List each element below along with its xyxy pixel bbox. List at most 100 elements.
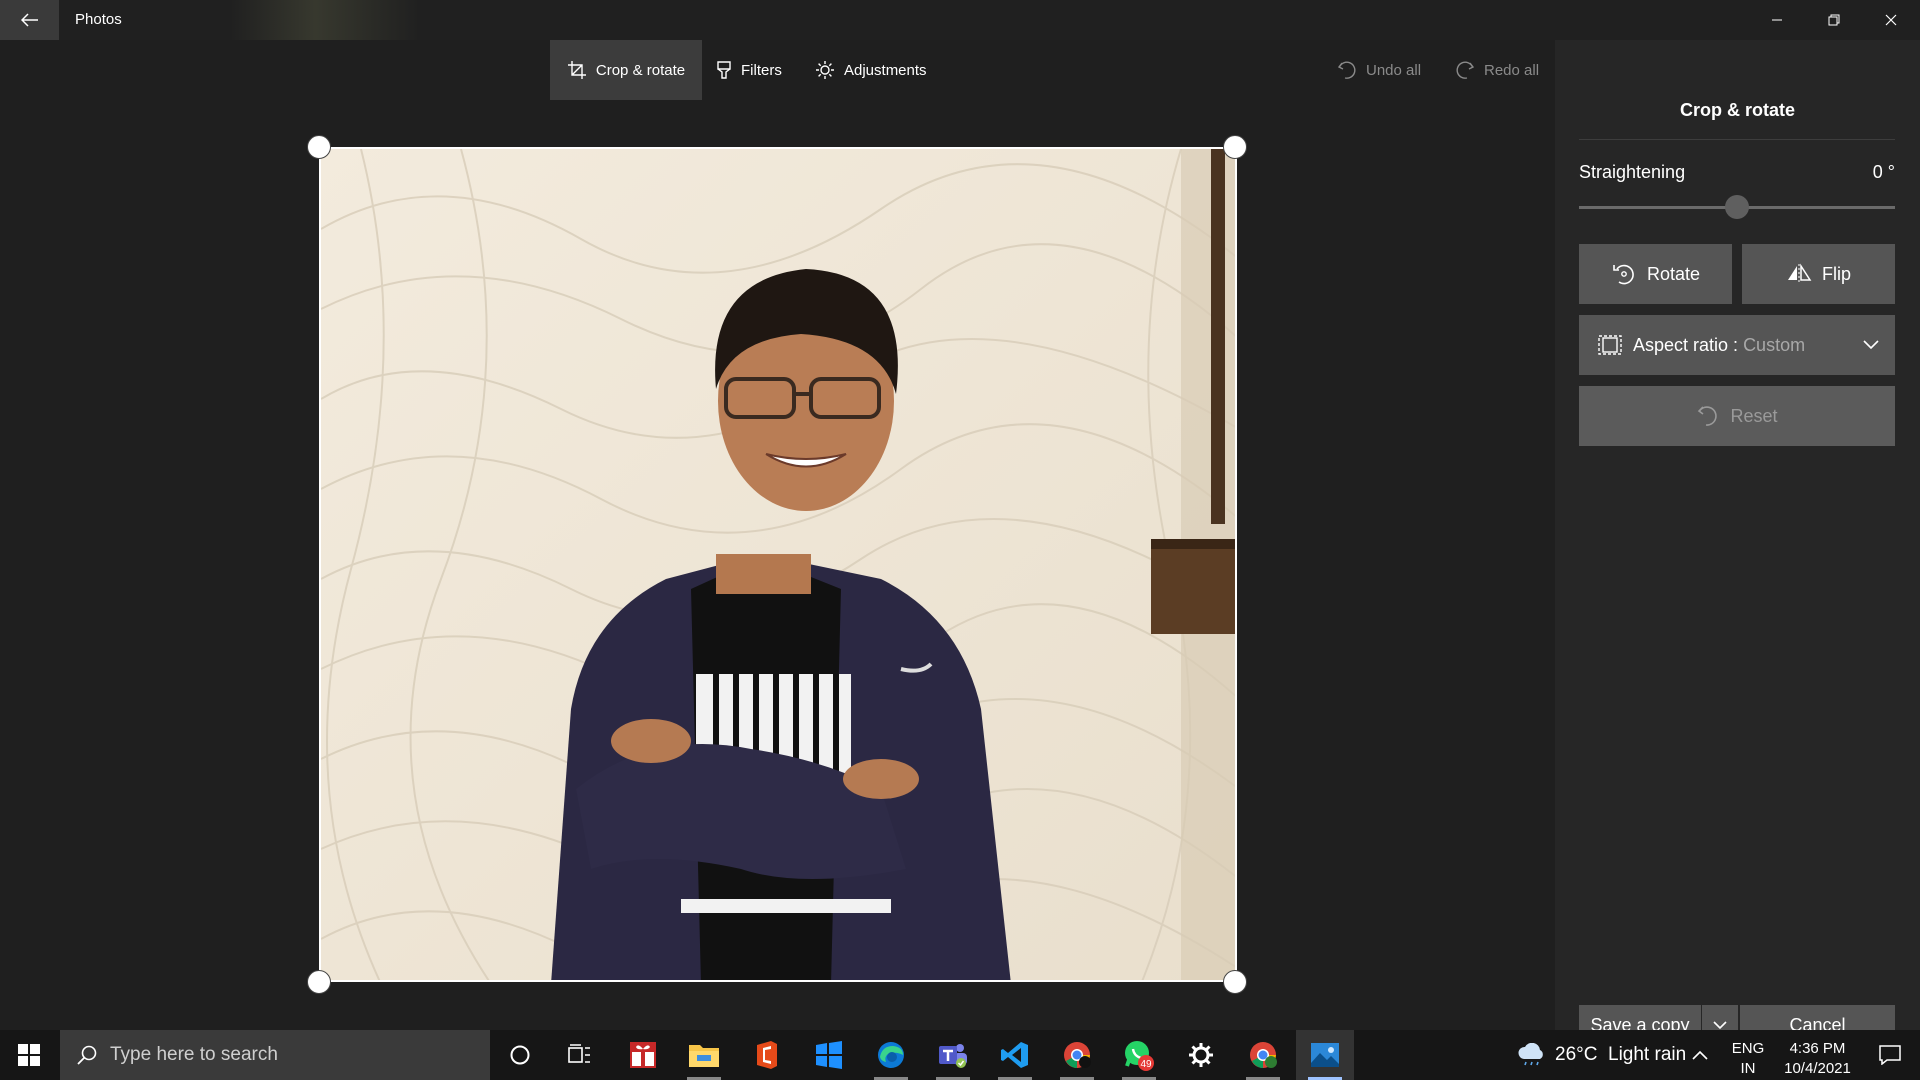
rotate-icon [1613,264,1634,285]
back-arrow-icon [20,13,38,27]
taskbar-search-box[interactable]: Type here to search [60,1030,490,1080]
office-logo-icon [757,1041,777,1069]
crop-handle-bottom-right[interactable] [1223,970,1247,994]
vscode-icon [1001,1042,1028,1068]
tab-crop-rotate-label: Crop & rotate [595,61,686,79]
photo-image [321,149,1235,980]
crop-handle-top-left[interactable] [307,135,331,159]
redo-all-button[interactable]: Redo all [1455,40,1539,100]
straightening-value: 0 ° [1872,162,1895,182]
title-image-blur [230,0,420,40]
close-icon [1885,14,1896,26]
taskbar-edge[interactable] [862,1030,920,1080]
restore-button[interactable] [1805,0,1862,40]
crop-rotate-panel: Crop & rotate Straightening 0 ° Rotate F… [1555,40,1920,1045]
taskbar: Type here to search 49 26°C Light rain E… [0,1030,1920,1080]
weather-text: 26°C Light rain [1555,1044,1687,1065]
flip-icon [1787,263,1812,284]
notifications-button[interactable] [1868,1030,1912,1080]
tab-crop-rotate[interactable]: Crop & rotate [550,40,702,100]
file-explorer-folder-icon [689,1045,719,1067]
taskbar-whatsapp[interactable]: 49 [1110,1030,1168,1080]
photo-crop-area[interactable] [319,147,1237,982]
taskbar-microsoft-store[interactable] [800,1030,858,1080]
close-button[interactable] [1862,0,1919,40]
whatsapp-icon: 49 [1125,1041,1154,1071]
search-icon [77,1045,97,1065]
teams-icon [939,1044,967,1068]
restore-icon [1828,14,1839,26]
tab-adjustments-label: Adjustments [844,61,927,79]
search-placeholder: Type here to search [110,1044,278,1065]
redo-icon [1456,61,1475,79]
input-language-indicator[interactable]: ENG IN [1730,1039,1766,1079]
chevron-down-icon [1863,340,1879,350]
system-clock[interactable]: 4:36 PM 10/4/2021 [1770,1039,1865,1079]
aspect-ratio-prefix: Aspect ratio : [1633,334,1744,355]
flip-button[interactable]: Flip [1742,244,1895,304]
cortana-circle-icon [510,1045,530,1065]
taskbar-chrome[interactable] [1048,1030,1106,1080]
reset-label: Reset [1730,405,1778,426]
taskbar-teams[interactable] [924,1030,982,1080]
filters-brush-icon [717,61,731,79]
back-button[interactable] [0,0,59,40]
redo-all-label: Redo all [1484,61,1540,79]
crop-handle-top-right[interactable] [1223,135,1247,159]
gear-icon [1189,1043,1213,1067]
notification-speech-bubble-icon [1879,1045,1901,1065]
tray-overflow-button[interactable] [1680,1030,1720,1080]
weather-widget[interactable]: 26°C Light rain [1517,1030,1686,1080]
chrome-icon [1064,1042,1091,1068]
cortana-button[interactable] [491,1030,549,1080]
undo-all-button[interactable]: Undo all [1337,40,1421,100]
reset-button[interactable]: Reset [1579,386,1895,446]
region-code: IN [1740,1060,1756,1077]
edge-browser-icon [878,1042,904,1068]
taskbar-chrome-profile[interactable] [1234,1030,1292,1080]
tab-filters[interactable]: Filters [716,40,782,100]
crop-icon [567,61,586,79]
chevron-up-icon [1692,1050,1708,1060]
chrome-profile-icon [1250,1042,1277,1068]
undo-icon [1337,61,1356,79]
task-view-button[interactable] [551,1030,609,1080]
minimize-icon [1771,19,1782,21]
panel-divider [1579,139,1895,140]
rotate-button[interactable]: Rotate [1579,244,1732,304]
straightening-slider-thumb[interactable] [1725,195,1749,219]
start-button[interactable] [0,1030,58,1080]
taskbar-gift-app[interactable] [614,1030,672,1080]
aspect-ratio-label: Aspect ratio : Custom [1633,335,1805,356]
taskbar-office[interactable] [738,1030,796,1080]
chevron-down-icon [1713,1020,1727,1029]
aspect-ratio-icon [1598,335,1622,355]
crop-handle-bottom-left[interactable] [307,970,331,994]
task-view-icon [568,1044,590,1063]
undo-all-label: Undo all [1366,61,1422,79]
taskbar-settings[interactable] [1172,1030,1230,1080]
cloud-rain-icon [1518,1043,1543,1066]
clock-time: 4:36 PM [1789,1040,1846,1057]
taskbar-vscode[interactable] [986,1030,1044,1080]
whatsapp-badge-count: 49 [1140,1059,1152,1070]
windows-logo-icon [18,1044,40,1066]
flip-label: Flip [1821,263,1851,284]
photos-app-icon [1311,1043,1339,1067]
taskbar-file-explorer[interactable] [675,1030,733,1080]
straightening-label: Straightening [1579,162,1686,182]
reset-icon [1698,406,1718,426]
rotate-label: Rotate [1646,263,1701,284]
aspect-ratio-dropdown[interactable]: Aspect ratio : Custom [1579,315,1895,375]
app-title: Photos [75,11,122,28]
minimize-button[interactable] [1748,0,1805,40]
tab-adjustments[interactable]: Adjustments [815,40,927,100]
adjustments-sun-icon [816,61,834,79]
windows-store-icon [816,1041,842,1069]
title-bar: Photos [0,0,1920,40]
panel-title: Crop & rotate [1679,100,1795,120]
tab-filters-label: Filters [741,61,782,79]
taskbar-photos[interactable] [1296,1030,1354,1080]
gift-icon [630,1042,656,1068]
aspect-ratio-value: Custom [1743,334,1806,355]
